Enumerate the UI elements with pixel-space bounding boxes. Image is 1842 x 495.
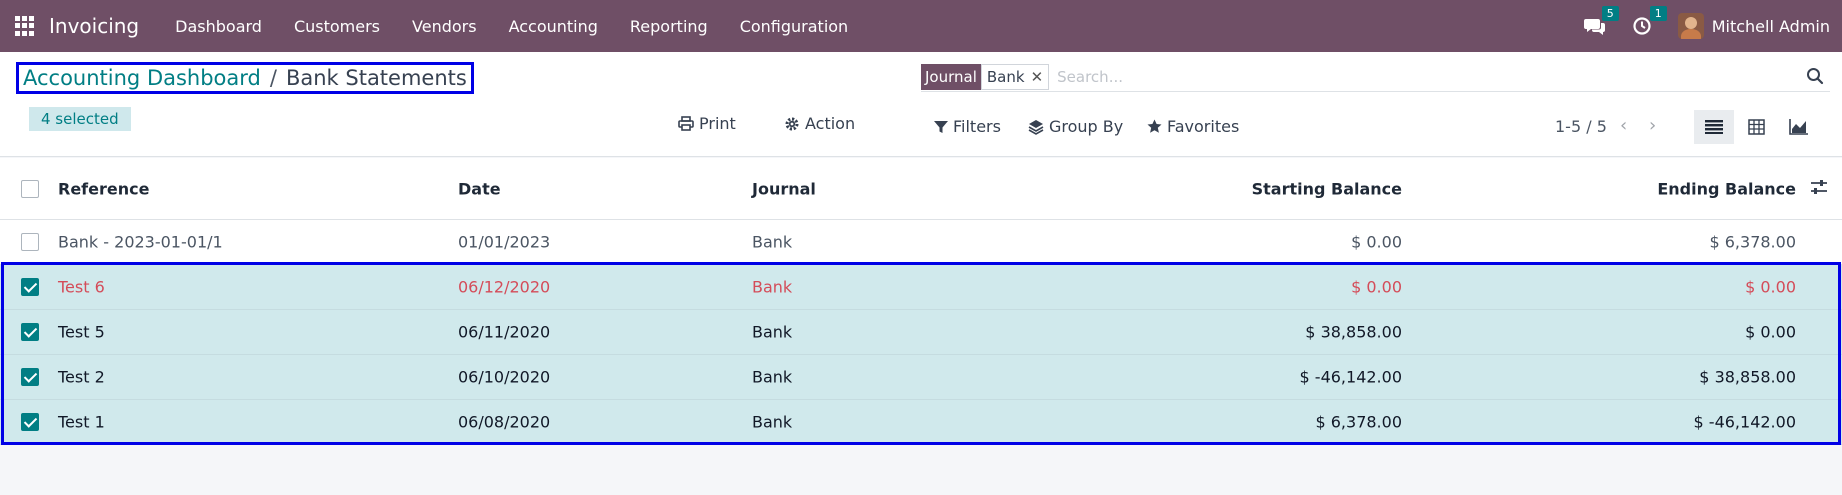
column-date[interactable]: Date xyxy=(458,179,501,198)
column-reference[interactable]: Reference xyxy=(58,179,149,198)
favorites-label: Favorites xyxy=(1167,117,1240,136)
menu-accounting[interactable]: Accounting xyxy=(509,17,598,36)
optional-columns-icon[interactable] xyxy=(1810,179,1828,199)
cell-ending-balance: $ 0.00 xyxy=(1745,277,1796,297)
menu-dashboard[interactable]: Dashboard xyxy=(175,17,262,36)
select-all-checkbox[interactable] xyxy=(21,179,39,198)
pivot-view-button[interactable] xyxy=(1736,110,1776,144)
table-grid-icon xyxy=(1747,119,1765,135)
table-row[interactable]: Test 6 06/12/2020 Bank $ 0.00 $ 0.00 xyxy=(0,265,1842,310)
search-facet-label: Journal xyxy=(921,63,981,90)
cell-starting-balance: $ 38,858.00 xyxy=(1305,322,1402,342)
group-by-label: Group By xyxy=(1049,117,1124,136)
cell-date: 06/12/2020 xyxy=(458,277,551,297)
cell-journal: Bank xyxy=(752,277,793,297)
app-brand[interactable]: Invoicing xyxy=(49,14,139,38)
cell-starting-balance: $ 0.00 xyxy=(1351,277,1402,297)
cell-starting-balance: $ -46,142.00 xyxy=(1299,367,1402,387)
layers-icon xyxy=(1028,119,1044,135)
cell-ending-balance: $ 0.00 xyxy=(1745,322,1796,342)
gear-icon xyxy=(785,117,799,130)
user-menu[interactable]: Mitchell Admin xyxy=(1677,13,1830,39)
group-by-button[interactable]: Group By xyxy=(1028,117,1123,136)
list-view-icon xyxy=(1705,120,1723,134)
cell-reference: Test 2 xyxy=(58,367,105,387)
area-chart-icon xyxy=(1788,119,1808,135)
breadcrumb-separator: / xyxy=(269,66,277,90)
cell-reference: Test 5 xyxy=(58,322,105,342)
breadcrumb-accounting-dashboard[interactable]: Accounting Dashboard xyxy=(23,66,261,90)
row-checkbox[interactable] xyxy=(21,413,39,431)
clock-icon xyxy=(1633,17,1651,35)
activities-button[interactable]: 1 xyxy=(1632,6,1667,36)
user-avatar xyxy=(1677,13,1704,39)
cell-journal: Bank xyxy=(752,232,793,252)
menu-configuration[interactable]: Configuration xyxy=(740,17,849,36)
cell-journal: Bank xyxy=(752,367,793,387)
cell-starting-balance: $ 6,378.00 xyxy=(1315,412,1402,432)
print-button[interactable]: Print xyxy=(678,114,736,133)
messages-button[interactable]: 5 xyxy=(1583,6,1619,36)
column-journal[interactable]: Journal xyxy=(752,179,816,198)
cell-ending-balance: $ -46,142.00 xyxy=(1693,412,1796,432)
cell-reference: Test 6 xyxy=(58,277,105,297)
search-facet-value: Bank xyxy=(986,67,1025,86)
table-row[interactable]: Test 2 06/10/2020 Bank $ -46,142.00 $ 38… xyxy=(0,355,1842,400)
cell-reference: Test 1 xyxy=(58,412,105,432)
cell-journal: Bank xyxy=(752,412,793,432)
printer-icon xyxy=(678,116,694,131)
selected-count-badge[interactable]: 4 selected xyxy=(29,107,131,131)
table-row[interactable]: Bank - 2023-01-01/1 01/01/2023 Bank $ 0.… xyxy=(0,220,1842,265)
table-row[interactable]: Test 5 06/11/2020 Bank $ 38,858.00 $ 0.0… xyxy=(0,310,1842,355)
column-starting-balance[interactable]: Starting Balance xyxy=(1252,179,1402,198)
row-checkbox[interactable] xyxy=(21,323,39,341)
search-icon[interactable] xyxy=(1806,67,1824,89)
user-name: Mitchell Admin xyxy=(1711,16,1830,36)
action-label: Action xyxy=(805,114,856,133)
search-input[interactable] xyxy=(1057,67,1830,86)
cell-starting-balance: $ 0.00 xyxy=(1351,232,1402,252)
action-button[interactable]: Action xyxy=(784,114,855,133)
pager-previous-icon[interactable]: ‹ xyxy=(1620,115,1627,136)
filters-button[interactable]: Filters xyxy=(934,117,1001,136)
search-bar: Journal Bank ✕ xyxy=(921,62,1830,92)
search-facet: Bank ✕ xyxy=(980,63,1050,90)
apps-grid-icon[interactable] xyxy=(15,16,35,36)
control-panel: Accounting Dashboard / Bank Statements 4… xyxy=(0,52,1842,157)
filter-icon xyxy=(934,120,948,133)
favorites-button[interactable]: Favorites xyxy=(1147,117,1239,136)
column-ending-balance[interactable]: Ending Balance xyxy=(1657,179,1796,198)
breadcrumb: Accounting Dashboard / Bank Statements xyxy=(16,62,474,94)
graph-view-button[interactable] xyxy=(1778,110,1818,144)
cell-date: 06/11/2020 xyxy=(458,322,551,342)
cell-date: 06/10/2020 xyxy=(458,367,551,387)
cell-ending-balance: $ 6,378.00 xyxy=(1709,232,1796,252)
cell-ending-balance: $ 38,858.00 xyxy=(1699,367,1796,387)
pager-next-icon[interactable]: › xyxy=(1649,115,1656,136)
star-icon xyxy=(1147,119,1162,133)
menu-reporting[interactable]: Reporting xyxy=(630,17,708,36)
table-header: Reference Date Journal Starting Balance … xyxy=(0,158,1842,220)
facet-remove-icon[interactable]: ✕ xyxy=(1031,68,1044,86)
messages-count-badge: 5 xyxy=(1601,6,1619,21)
list-view-button[interactable] xyxy=(1694,110,1734,144)
pager-value[interactable]: 1-5 / 5 xyxy=(1555,117,1607,136)
bank-statements-table: Reference Date Journal Starting Balance … xyxy=(0,158,1842,445)
filters-label: Filters xyxy=(953,117,1001,136)
breadcrumb-current: Bank Statements xyxy=(285,66,467,90)
row-checkbox[interactable] xyxy=(21,233,39,251)
cell-date: 01/01/2023 xyxy=(458,232,551,252)
cell-reference: Bank - 2023-01-01/1 xyxy=(58,232,223,252)
activities-count-badge: 1 xyxy=(1649,6,1667,21)
row-checkbox[interactable] xyxy=(21,368,39,386)
top-navbar: Invoicing Dashboard Customers Vendors Ac… xyxy=(0,0,1842,52)
table-row[interactable]: Test 1 06/08/2020 Bank $ 6,378.00 $ -46,… xyxy=(0,400,1842,445)
menu-customers[interactable]: Customers xyxy=(294,17,380,36)
cell-journal: Bank xyxy=(752,322,793,342)
menu-vendors[interactable]: Vendors xyxy=(412,17,477,36)
row-checkbox[interactable] xyxy=(21,278,39,296)
print-label: Print xyxy=(699,114,736,133)
cell-date: 06/08/2020 xyxy=(458,412,551,432)
